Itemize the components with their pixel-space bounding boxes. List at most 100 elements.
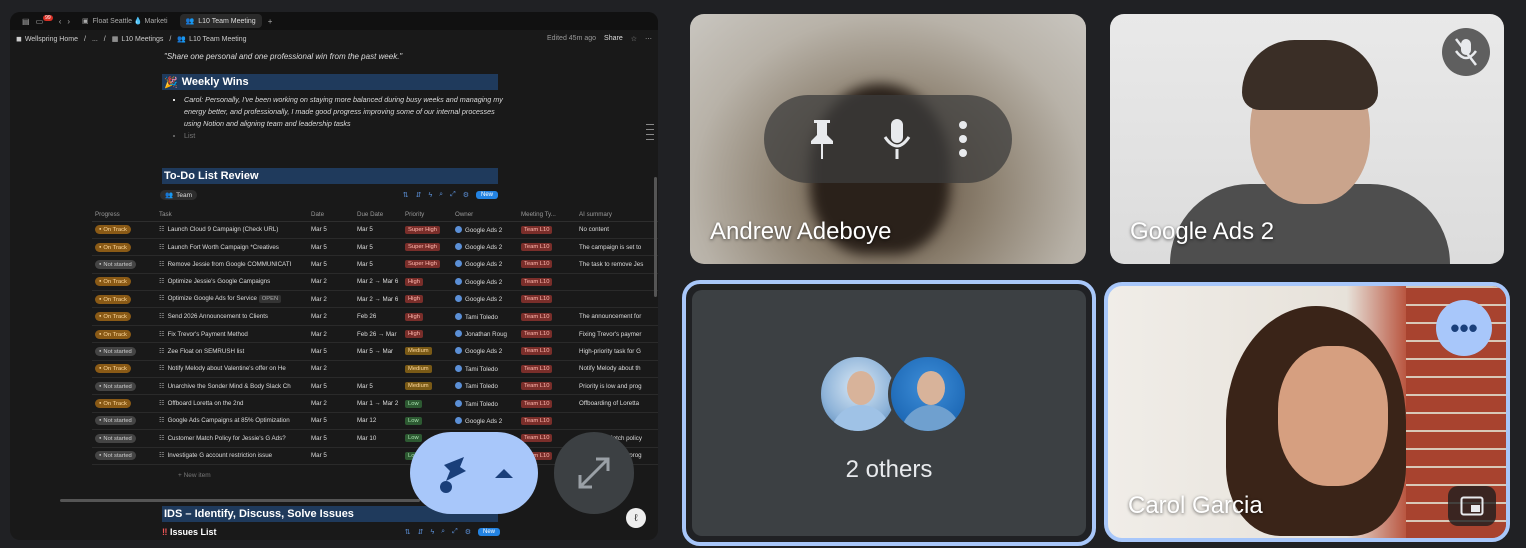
list-placeholder[interactable]: List [184,130,506,142]
task-cell[interactable]: ☷ Launch Cloud 9 Campaign (Check URL) [156,221,308,239]
sidebar-icon[interactable]: ▤ [22,17,30,26]
date-cell[interactable]: Mar 5 [308,255,354,274]
priority-cell[interactable]: Low [402,412,452,431]
table-row[interactable]: Not started ☷Remove Jessie from Google CO… [92,255,658,274]
ai-summary-cell[interactable]: The announcement for [576,307,658,326]
table-row[interactable]: On Track ☷Send 2026 Announcement to Clien… [92,307,658,326]
date-cell[interactable]: Mar 2 [308,394,354,413]
browser-tab-float[interactable]: ▣ Float Seattle 💧 Marketi [76,14,173,28]
back-icon[interactable]: ‹ [59,17,62,26]
progress-cell[interactable]: Not started [92,377,156,396]
breadcrumb-parent[interactable]: ▦ L10 Meetings [112,35,164,44]
date-cell[interactable]: Mar 5 [308,377,354,396]
ai-summary-cell[interactable]: The campaign is set to [576,238,658,257]
meeting-type-cell[interactable]: Team L10 [518,412,576,431]
priority-cell[interactable]: Low [402,394,452,413]
task-cell[interactable]: ☷ Google Ads Campaigns at 85% Optimizatio… [156,412,308,431]
priority-cell[interactable]: Medium [402,377,452,396]
column-header[interactable]: Task [156,208,308,222]
date-cell[interactable]: Mar 5 [308,412,354,431]
automation-icon[interactable]: ϟ [428,192,432,199]
date-cell[interactable]: Mar 5 [308,447,354,465]
task-cell[interactable]: ☷ Offboard Loretta on the 2nd [156,394,308,413]
progress-cell[interactable]: On Track [92,360,156,379]
progress-cell[interactable]: Not started [92,342,156,361]
priority-cell[interactable]: Super High [402,221,452,239]
meeting-type-cell[interactable]: Team L10 [518,325,576,344]
progress-cell[interactable]: On Track [92,290,156,309]
column-header[interactable]: Date [308,208,354,222]
due-date-cell[interactable]: Mar 5 [354,377,402,396]
table-row[interactable]: On Track☷Fix Trevor's Payment MethodMar … [92,325,658,344]
new-button[interactable]: New [477,528,500,536]
progress-cell[interactable]: On Track [92,238,156,257]
due-date-cell[interactable]: Mar 10 [354,429,402,448]
progress-cell[interactable]: On Track [92,273,156,292]
search-icon[interactable]: ⌕ [441,528,445,536]
task-cell[interactable]: ☷ Customer Match Policy for Jessie's G Ad… [156,429,308,448]
progress-cell[interactable]: On Track [92,307,156,326]
column-header[interactable]: Priority [402,208,452,222]
settings-icon[interactable]: ⚙ [465,528,471,536]
table-row[interactable]: Not started☷Zee Float on SEMRUSH listMar… [92,342,658,361]
ai-summary-cell[interactable] [576,290,658,309]
due-date-cell[interactable]: Mar 5 → Mar [354,342,402,361]
task-cell[interactable]: ☷ Unarchive the Sonder Mind & Body Slack … [156,377,308,396]
ai-summary-cell[interactable]: Fixing Trevor's paymer [576,325,658,344]
owner-cell[interactable]: Tami Toledo [452,394,518,413]
task-cell[interactable]: ☷ Send 2026 Announcement to Clients [156,307,308,326]
view-tab-team[interactable]: 👥 Team [160,190,197,200]
date-cell[interactable]: Mar 2 [308,360,354,379]
due-date-cell[interactable]: Feb 26 → Mar [354,325,402,344]
picture-in-picture-button[interactable] [1448,486,1496,526]
due-date-cell[interactable]: Mar 12 [354,412,402,431]
notifications-icon[interactable]: ▭ [36,17,44,26]
table-row[interactable]: On Track ☷Launch Fort Worth Campaign *Cre… [92,238,658,257]
table-row[interactable]: Not started ☷Unarchive the Sonder Mind & … [92,377,658,396]
table-row[interactable]: On Track ☷Notify Melody about Valentine's… [92,360,658,379]
due-date-cell[interactable] [354,447,402,465]
date-cell[interactable]: Mar 5 [308,342,354,361]
ai-summary-cell[interactable]: No content [576,221,658,239]
list-item[interactable]: Carol: Personally, I've been working on … [184,94,506,130]
task-cell[interactable]: ☷ Investigate G account restriction issue [156,447,308,465]
owner-cell[interactable]: Jonathan Roug [452,325,518,344]
breadcrumb-page[interactable]: 👥 L10 Team Meeting [177,35,246,44]
breadcrumb-workspace[interactable]: ◼ Wellspring Home [16,35,78,44]
ai-summary-cell[interactable]: High-priority task for G [576,342,658,361]
help-icon[interactable]: ℓ [626,508,646,528]
date-cell[interactable]: Mar 2 [308,273,354,292]
column-header[interactable]: AI summary [576,208,658,222]
meeting-type-cell[interactable]: Team L10 [518,273,576,292]
ai-summary-cell[interactable]: Offboarding of Loretta [576,394,658,413]
vertical-scrollbar[interactable] [654,177,657,297]
meeting-type-cell[interactable]: Team L10 [518,377,576,396]
owner-cell[interactable]: Google Ads 2 [452,255,518,274]
participant-tile-andrew[interactable]: Andrew Adeboye [690,14,1086,264]
owner-cell[interactable]: Google Ads 2 [452,342,518,361]
search-icon[interactable]: ⌕ [439,191,443,199]
due-date-cell[interactable]: Mar 2 → Mar 6 [354,290,402,309]
expand-icon[interactable]: ⤢ [450,191,456,199]
automation-icon[interactable]: ϟ [430,529,434,536]
date-cell[interactable]: Mar 5 [308,429,354,448]
new-button[interactable]: New [475,191,498,199]
owner-cell[interactable]: Tami Toledo [452,360,518,379]
ai-summary-cell[interactable] [576,412,658,431]
priority-cell[interactable]: High [402,307,452,326]
participant-tile-google-ads[interactable]: Google Ads 2 [1110,14,1504,264]
priority-cell[interactable]: Medium [402,342,452,361]
column-header[interactable]: Progress [92,208,156,222]
meeting-type-cell[interactable]: Team L10 [518,290,576,309]
progress-cell[interactable]: Not started [92,412,156,431]
task-cell[interactable]: ☷ Notify Melody about Valentine's offer o… [156,360,308,379]
meeting-type-cell[interactable]: Team L10 [518,307,576,326]
pin-icon[interactable] [807,117,837,161]
chevron-up-icon[interactable] [493,466,515,480]
date-cell[interactable]: Mar 2 [308,290,354,309]
microphone-icon[interactable] [882,117,912,161]
task-cell[interactable]: ☷ Launch Fort Worth Campaign *Creatives [156,238,308,257]
meeting-type-cell[interactable]: Team L10 [518,342,576,361]
priority-cell[interactable]: Medium [402,360,452,379]
meeting-type-cell[interactable]: Team L10 [518,360,576,379]
